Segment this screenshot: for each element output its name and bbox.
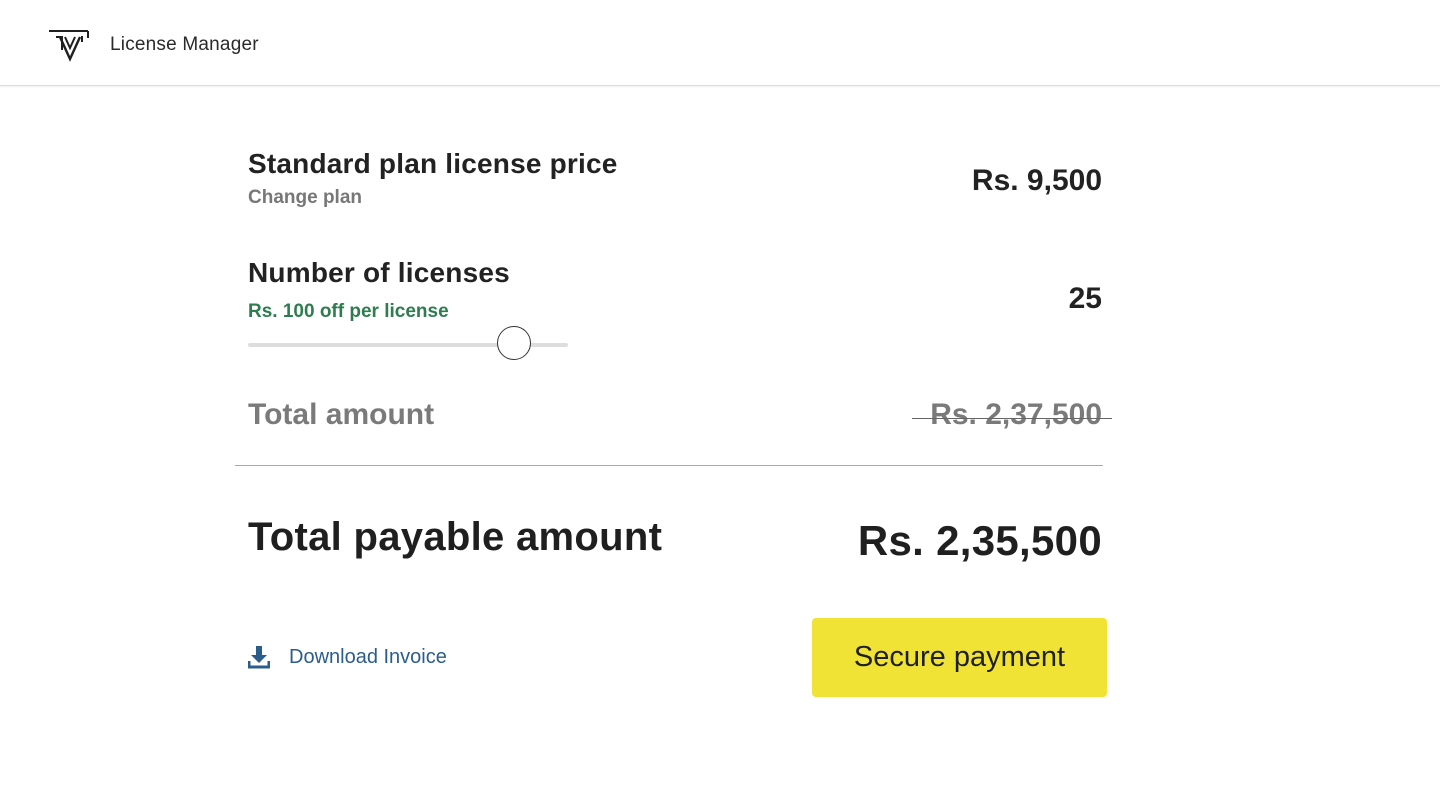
- download-invoice-link[interactable]: Download Invoice: [248, 640, 447, 674]
- secure-payment-button[interactable]: Secure payment: [812, 618, 1107, 697]
- total-amount-label: Total amount: [248, 398, 435, 431]
- plan-price-value: Rs. 9,500: [971, 164, 1102, 197]
- strikethrough-line: [912, 418, 1112, 419]
- download-invoice-label: Download Invoice: [289, 645, 447, 668]
- discount-text: Rs. 100 off per license: [248, 301, 449, 322]
- total-amount-original: Rs. 2,37,500: [912, 398, 1112, 438]
- summary-divider: [235, 465, 1103, 466]
- change-plan-link[interactable]: Change plan: [248, 187, 362, 209]
- licenses-label: Number of licenses: [248, 257, 510, 288]
- download-icon: [248, 646, 270, 669]
- app-title: License Manager: [110, 34, 259, 55]
- license-manager-logo-icon: [49, 30, 89, 62]
- license-count-value: 25: [1068, 282, 1102, 315]
- app-header: License Manager: [0, 0, 1440, 86]
- license-slider-thumb[interactable]: [496, 326, 531, 360]
- license-slider[interactable]: [248, 326, 568, 360]
- payable-amount-label: Total payable amount: [248, 515, 663, 559]
- payable-amount-value: Rs. 2,35,500: [857, 517, 1102, 564]
- total-amount-value: Rs. 2,37,500: [930, 398, 1102, 431]
- plan-price-label: Standard plan license price: [248, 148, 618, 179]
